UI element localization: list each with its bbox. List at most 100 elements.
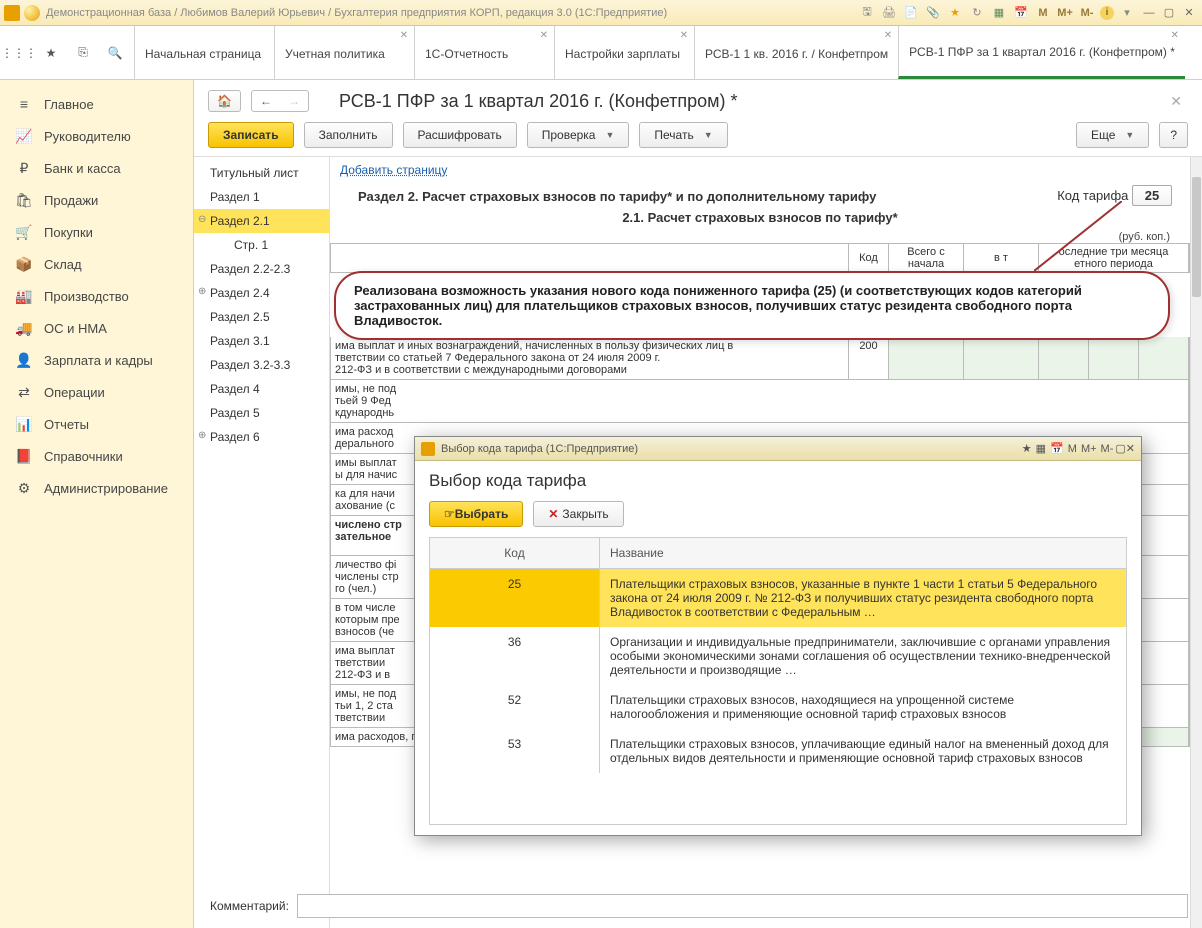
fill-button[interactable]: Заполнить — [304, 122, 393, 148]
tab-accounting-policy[interactable]: ✕Учетная политика — [274, 26, 414, 79]
dialog-m-icon[interactable]: M — [1068, 443, 1077, 455]
print-button[interactable]: Печать▼ — [639, 122, 727, 148]
tab-close-icon[interactable]: ✕ — [1171, 30, 1179, 41]
sidebar-item-hr[interactable]: 👤Зарплата и кадры — [0, 344, 193, 376]
sidebar-item-sales[interactable]: 🛍Продажи — [0, 184, 193, 216]
tab-close-icon[interactable]: ✕ — [540, 30, 548, 41]
toolbar-info-icon[interactable]: i — [1100, 6, 1114, 20]
decode-button[interactable]: Расшифровать — [403, 122, 517, 148]
apps-grid-icon[interactable]: ⋮⋮⋮ — [8, 42, 30, 64]
row-cell[interactable] — [1139, 728, 1189, 746]
dialog-date-icon[interactable]: 📅 — [1050, 442, 1064, 455]
toolbar-print-icon[interactable]: 🖨 — [880, 4, 898, 22]
tab-close-icon[interactable]: ✕ — [400, 30, 408, 41]
write-button[interactable]: Записать — [208, 122, 294, 148]
col-code-header[interactable]: Код — [430, 538, 600, 568]
row-cell[interactable] — [889, 337, 964, 379]
sidebar-item-manager[interactable]: 📈Руководителю — [0, 120, 193, 152]
close-dialog-button[interactable]: ✕Закрыть — [533, 501, 623, 527]
tree-section-2-1[interactable]: ⊖Раздел 2.1 — [194, 209, 329, 233]
tree-page-1[interactable]: Стр. 1 — [194, 233, 329, 257]
help-button[interactable]: ? — [1159, 122, 1188, 148]
dialog-mplus-icon[interactable]: M+ — [1081, 443, 1097, 455]
expand-icon[interactable]: ⊕ — [198, 286, 206, 297]
sidebar-item-bank[interactable]: ₽Банк и касса — [0, 152, 193, 184]
tree-section-4[interactable]: Раздел 4 — [194, 377, 329, 401]
sidebar-item-production[interactable]: 🏭Производство — [0, 280, 193, 312]
vertical-scrollbar[interactable] — [1190, 157, 1202, 928]
nav-forward-button[interactable]: → — [280, 91, 308, 111]
sidebar-item-catalogs[interactable]: 📕Справочники — [0, 440, 193, 472]
tree-section-2-4[interactable]: ⊕Раздел 2.4 — [194, 281, 329, 305]
tariff-row-25[interactable]: 25Плательщики страховых взносов, указанн… — [430, 569, 1126, 627]
tab-salary-settings[interactable]: ✕Настройки зарплаты — [554, 26, 694, 79]
window-maximize-button[interactable]: ▢ — [1160, 4, 1178, 22]
toolbar-calc-icon[interactable]: ▦ — [990, 4, 1008, 22]
clipboard-icon[interactable]: ⎘ — [72, 42, 94, 64]
window-minimize-button[interactable]: — — [1140, 4, 1158, 22]
tariff-code-input[interactable]: 25 — [1132, 185, 1172, 206]
home-button[interactable]: 🏠 — [208, 90, 241, 112]
tree-section-3-1[interactable]: Раздел 3.1 — [194, 329, 329, 353]
toolbar-mplus-icon[interactable]: M+ — [1056, 4, 1074, 22]
dialog-mminus-icon[interactable]: M- — [1101, 443, 1114, 455]
col-name-header[interactable]: Название — [600, 538, 1126, 568]
scroll-thumb[interactable] — [1192, 177, 1201, 297]
toolbar-mminus-icon[interactable]: M- — [1078, 4, 1096, 22]
toolbar-doc-icon[interactable]: 📄 — [902, 4, 920, 22]
dialog-close-button[interactable]: ✕ — [1126, 442, 1135, 455]
toolbar-star-icon[interactable]: ★ — [946, 4, 964, 22]
tab-bar-row: ⋮⋮⋮ ★ ⎘ 🔍 Начальная страница ✕Учетная по… — [0, 26, 1202, 80]
toolbar-history-icon[interactable]: ↻ — [968, 4, 986, 22]
toolbar-date-icon[interactable]: 📅 — [1012, 4, 1030, 22]
favorites-star-icon[interactable]: ★ — [40, 42, 62, 64]
page-close-button[interactable]: ✕ — [1164, 91, 1188, 112]
row-cell[interactable] — [1089, 337, 1139, 379]
sidebar-item-operations[interactable]: ⇄Операции — [0, 376, 193, 408]
tree-section-3-2-3-3[interactable]: Раздел 3.2-3.3 — [194, 353, 329, 377]
tree-section-6[interactable]: ⊕Раздел 6 — [194, 425, 329, 449]
dialog-star-icon[interactable]: ★ — [1022, 442, 1032, 455]
collapse-icon[interactable]: ⊖ — [198, 214, 206, 225]
comment-input[interactable] — [297, 894, 1188, 918]
dialog-maximize-button[interactable]: ▢ — [1115, 442, 1125, 455]
tariff-row-53[interactable]: 53Плательщики страховых взносов, уплачив… — [430, 729, 1126, 773]
row-cell[interactable] — [1039, 337, 1089, 379]
tab-rsv1-current[interactable]: ✕РСВ-1 ПФР за 1 квартал 2016 г. (Конфетп… — [898, 26, 1185, 79]
tab-rsv1-prev[interactable]: ✕РСВ-1 1 кв. 2016 г. / Конфетпром — [694, 26, 898, 79]
tab-close-icon[interactable]: ✕ — [680, 30, 688, 41]
tab-1c-reporting[interactable]: ✕1С-Отчетность — [414, 26, 554, 79]
sidebar-item-main[interactable]: ≡Главное — [0, 88, 193, 120]
more-button[interactable]: Еще▼ — [1076, 122, 1149, 148]
tree-section-2-5[interactable]: Раздел 2.5 — [194, 305, 329, 329]
app-orb-icon[interactable] — [24, 5, 40, 21]
sidebar-item-assets[interactable]: 🚚ОС и НМА — [0, 312, 193, 344]
tab-start-page[interactable]: Начальная страница — [134, 26, 274, 79]
toolbar-m-icon[interactable]: M — [1034, 4, 1052, 22]
sidebar-item-admin[interactable]: ⚙Администрирование — [0, 472, 193, 504]
toolbar-dropdown-icon[interactable]: ▾ — [1118, 4, 1136, 22]
tabs-container: Начальная страница ✕Учетная политика ✕1С… — [134, 26, 1202, 79]
nav-back-button[interactable]: ← — [252, 91, 280, 111]
toolbar-save-icon[interactable]: 🖫 — [858, 4, 876, 22]
tariff-row-52[interactable]: 52Плательщики страховых взносов, находящ… — [430, 685, 1126, 729]
window-close-button[interactable]: ✕ — [1180, 4, 1198, 22]
sidebar-item-warehouse[interactable]: 📦Склад — [0, 248, 193, 280]
expand-icon[interactable]: ⊕ — [198, 430, 206, 441]
search-icon[interactable]: 🔍 — [104, 42, 126, 64]
check-button[interactable]: Проверка▼ — [527, 122, 630, 148]
sidebar-item-purchases[interactable]: 🛒Покупки — [0, 216, 193, 248]
add-page-link[interactable]: Добавить страницу — [330, 157, 457, 183]
row-cell[interactable] — [964, 337, 1039, 379]
select-button[interactable]: Выбрать — [429, 501, 523, 527]
toolbar-clip-icon[interactable]: 📎 — [924, 4, 942, 22]
tree-section-2-2-2-3[interactable]: Раздел 2.2-2.3 — [194, 257, 329, 281]
dialog-calc-icon[interactable]: ▦ — [1036, 442, 1046, 455]
tree-section-5[interactable]: Раздел 5 — [194, 401, 329, 425]
tariff-row-36[interactable]: 36Организации и индивидуальные предприни… — [430, 627, 1126, 685]
tree-section-1[interactable]: Раздел 1 — [194, 185, 329, 209]
row-cell[interactable] — [1139, 337, 1189, 379]
tab-close-icon[interactable]: ✕ — [884, 30, 892, 41]
tree-title-page[interactable]: Титульный лист — [194, 161, 329, 185]
sidebar-item-reports[interactable]: 📊Отчеты — [0, 408, 193, 440]
